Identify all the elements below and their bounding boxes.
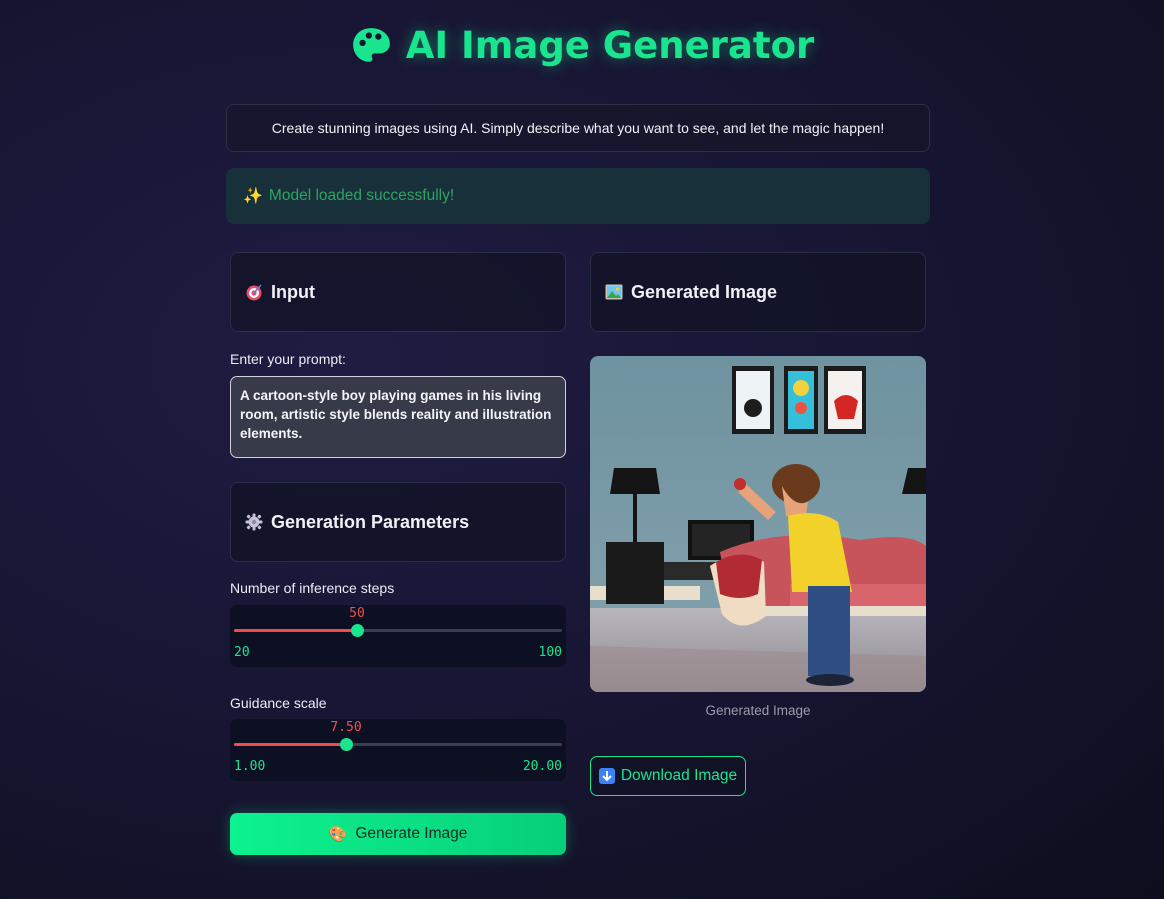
- image-caption: Generated Image: [705, 703, 811, 718]
- palette-icon: 🎨: [328, 826, 348, 843]
- gear-icon: [245, 513, 263, 531]
- down-arrow-icon: [598, 768, 615, 784]
- params-panel-header: Generation Parameters: [230, 482, 566, 562]
- steps-min: 20: [234, 645, 250, 660]
- sparkles-icon: ✨: [243, 188, 263, 205]
- output-panel-header: Generated Image: [590, 252, 926, 332]
- steps-value: 50: [349, 606, 365, 621]
- generate-button[interactable]: 🎨 Generate Image: [230, 813, 566, 855]
- guidance-track[interactable]: [234, 738, 562, 751]
- description-banner: Create stunning images using AI. Simply …: [226, 104, 930, 152]
- status-alert: ✨ Model loaded successfully!: [226, 168, 930, 224]
- guidance-max: 20.00: [522, 759, 562, 774]
- app-title-text: AI Image Generator: [405, 24, 815, 67]
- generated-image-artwork: [590, 356, 926, 692]
- output-panel-title: Generated Image: [631, 281, 778, 302]
- steps-fill: [234, 629, 357, 632]
- framed-picture-icon: [605, 284, 623, 300]
- steps-track[interactable]: [234, 624, 562, 637]
- prompt-label: Enter your prompt:: [230, 351, 346, 367]
- guidance-slider[interactable]: 7.50 1.00 20.00: [230, 719, 566, 781]
- guidance-fill: [234, 743, 346, 746]
- target-icon: [246, 284, 262, 301]
- generated-image[interactable]: [590, 356, 926, 692]
- status-message: Model loaded successfully!: [268, 187, 455, 204]
- input-panel-title: Input: [271, 281, 315, 302]
- palette-icon: [352, 27, 390, 62]
- page-title: AI Image Generator: [0, 24, 1164, 67]
- steps-label: Number of inference steps: [230, 580, 395, 596]
- input-panel-header: Input: [230, 252, 566, 332]
- download-button-label: Download Image: [620, 767, 738, 784]
- steps-thumb[interactable]: [351, 624, 364, 637]
- steps-slider[interactable]: 50 20 100: [230, 605, 566, 667]
- generate-button-label: Generate Image: [355, 825, 468, 842]
- prompt-textarea[interactable]: A cartoon-style boy playing games in his…: [230, 376, 566, 458]
- params-panel-title: Generation Parameters: [271, 511, 470, 532]
- download-button[interactable]: Download Image: [590, 756, 746, 796]
- guidance-value: 7.50: [330, 720, 362, 735]
- guidance-min: 1.00: [234, 759, 266, 774]
- steps-max: 100: [538, 645, 562, 660]
- guidance-label: Guidance scale: [230, 695, 327, 711]
- description-text: Create stunning images using AI. Simply …: [271, 120, 885, 136]
- guidance-thumb[interactable]: [340, 738, 353, 751]
